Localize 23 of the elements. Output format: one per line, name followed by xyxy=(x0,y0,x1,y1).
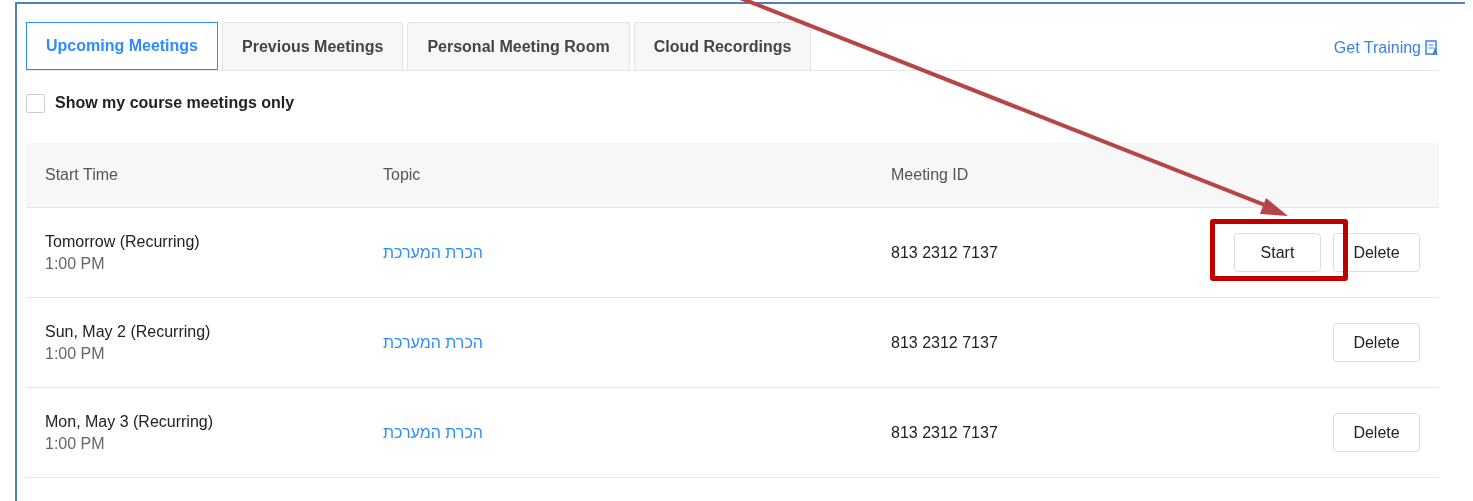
start-time: Tomorrow (Recurring) xyxy=(45,232,201,251)
tab[interactable]: Personal Meeting Room xyxy=(407,22,630,70)
meeting-id: 813 2312 7137 xyxy=(891,333,998,351)
start-button[interactable]: Start xyxy=(1234,233,1321,272)
start-time: Sun, May 2 (Recurring) xyxy=(45,322,212,341)
checkbox-label: Show my course meetings only xyxy=(55,94,295,112)
delete-button[interactable]: Delete xyxy=(1333,233,1420,272)
time-text: 1:00 PM xyxy=(45,254,106,273)
time-text: 1:00 PM xyxy=(45,434,106,453)
meeting-id: 813 2312 7137 xyxy=(891,423,998,441)
delete-button[interactable]: Delete xyxy=(1333,323,1420,362)
delete-button[interactable]: Delete xyxy=(1333,413,1420,452)
checkbox[interactable] xyxy=(26,93,45,113)
column-header: Topic xyxy=(382,166,422,184)
document-icon xyxy=(1425,40,1439,56)
tab[interactable]: Cloud Recordings xyxy=(633,22,812,70)
column-header: Meeting ID xyxy=(890,166,970,184)
column-header: Start Time xyxy=(44,166,119,184)
time-text: 1:00 PM xyxy=(45,344,106,363)
get-training-link[interactable]: Get Training xyxy=(1333,39,1439,57)
tab[interactable]: Previous Meetings xyxy=(222,22,404,70)
meeting-id: 813 2312 7137 xyxy=(891,243,998,261)
start-time: Mon, May 3 (Recurring) xyxy=(45,412,215,431)
